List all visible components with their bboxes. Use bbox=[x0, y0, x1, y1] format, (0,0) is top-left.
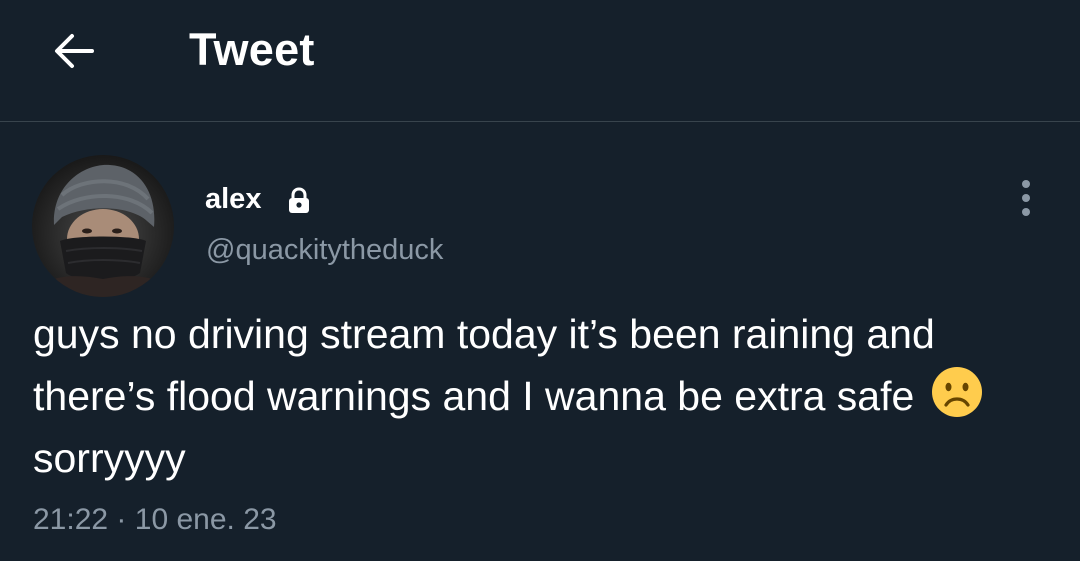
author-display-name[interactable]: alex bbox=[205, 183, 261, 216]
tweet-time: 21:22 bbox=[33, 503, 109, 536]
tweet-text-main: guys no driving stream today it’s been r… bbox=[33, 311, 935, 419]
more-options-button[interactable] bbox=[1010, 176, 1042, 220]
author-handle[interactable]: @quackitytheduck bbox=[206, 234, 443, 267]
tweet-date: 10 ene. 23 bbox=[134, 503, 277, 536]
page-title: Tweet bbox=[189, 24, 315, 75]
tweet-timestamp[interactable]: 21:22 · 10 ene. 23 bbox=[33, 503, 277, 537]
frowning-face-emoji-icon bbox=[931, 367, 982, 417]
back-button[interactable] bbox=[46, 26, 102, 76]
more-vertical-icon bbox=[1022, 180, 1030, 216]
top-bar: Tweet bbox=[0, 0, 1080, 122]
meta-separator: · bbox=[116, 503, 127, 536]
lock-icon bbox=[289, 187, 309, 213]
arrow-left-icon bbox=[55, 34, 94, 68]
avatar[interactable] bbox=[32, 155, 174, 297]
tweet-text: guys no driving stream today it’s been r… bbox=[33, 303, 1033, 489]
tweet-text-end: sorryyyy bbox=[33, 435, 186, 481]
